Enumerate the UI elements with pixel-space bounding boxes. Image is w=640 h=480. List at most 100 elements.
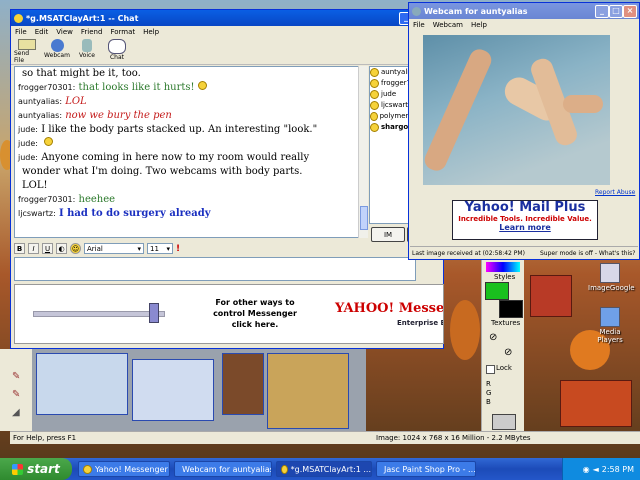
voice-icon (82, 39, 92, 52)
chat-message: jude: I like the body parts stacked up. … (18, 123, 356, 137)
user-status-icon (370, 112, 378, 121)
chat-message: wonder what I'm doing. Two webcams with … (18, 165, 356, 179)
menu-friend[interactable]: Friend (81, 28, 103, 36)
volume-icon[interactable]: ◄ (593, 465, 599, 474)
chat-menubar: File Edit View Friend Format Help (11, 26, 443, 38)
message-nick[interactable]: ljcswartz: (18, 209, 56, 218)
text-color-icon[interactable]: ◐ (56, 243, 67, 254)
chat-scrollbar[interactable] (358, 66, 368, 238)
psp-texture-none-icon[interactable]: ⊘ (489, 332, 497, 343)
menu-file[interactable]: File (15, 28, 27, 36)
buzz-icon[interactable]: ! (176, 244, 180, 254)
taskbar-paint-shop-pro[interactable]: Jasc Paint Shop Pro - ... (376, 461, 476, 477)
send-file-button[interactable]: Send File (14, 38, 40, 64)
last-image-received: Last image received at (02:58:42 PM) (412, 249, 525, 257)
message-text: LOL (65, 96, 87, 107)
webcam-title: Webcam for auntyalias (424, 6, 528, 16)
message-nick[interactable]: jude: (18, 139, 38, 148)
message-text: now we bury the pen (65, 110, 172, 121)
chevron-down-icon: ▾ (137, 244, 141, 253)
emoticon-icon (44, 137, 54, 146)
chat-title: *g.MSATClayArt:1 -- Chat (26, 13, 139, 23)
menu-help[interactable]: Help (143, 28, 159, 36)
ad-slider-thumb (149, 303, 159, 323)
webcam-app-icon (412, 6, 421, 16)
mail-ad-link[interactable]: Learn more (453, 223, 597, 232)
ad-brand-sub: Enterprise Ed (397, 319, 443, 327)
chat-input[interactable] (14, 257, 416, 281)
message-text: Anyone coming in here now to my room wou… (41, 152, 310, 163)
psp-tool-palette: ✎ ✎ ◢ (0, 349, 32, 431)
taskbar-chat[interactable]: *g.MSATClayArt:1 ... (276, 461, 372, 477)
chat-icon (281, 464, 288, 474)
mail-ad-title: Yahoo! Mail Plus (464, 200, 586, 215)
emoticon-icon (197, 81, 207, 90)
font-size-select[interactable]: 11 ▾ (147, 243, 173, 254)
chat-button[interactable]: Chat (104, 38, 130, 64)
menu-view[interactable]: View (56, 28, 73, 36)
emoticon-icon[interactable]: ☺ (70, 243, 81, 254)
menu-help[interactable]: Help (471, 21, 487, 29)
message-nick[interactable]: frogger70301: (18, 83, 75, 92)
menu-webcam[interactable]: Webcam (433, 21, 463, 29)
chat-toolbar: Send File Webcam Voice Chat (11, 38, 443, 65)
maximize-button[interactable]: □ (609, 5, 623, 18)
message-nick[interactable]: jude: (18, 125, 38, 134)
chat-message-log[interactable]: so that might be it, too. frogger70301: t… (14, 66, 360, 238)
format-toolbar: B I U ◐ ☺ Arial ▾ 11 ▾ ! (14, 242, 360, 255)
psp-lock-checkbox[interactable] (486, 365, 495, 374)
taskbar-yahoo-messenger[interactable]: Yahoo! Messenger (78, 461, 170, 477)
menu-file[interactable]: File (413, 21, 425, 29)
voice-button[interactable]: Voice (74, 38, 100, 64)
bold-button[interactable]: B (14, 243, 25, 254)
super-mode-status[interactable]: Super mode is off - What's this? (540, 250, 635, 257)
report-abuse-link[interactable]: Report Abuse (595, 189, 635, 196)
windows-logo-icon (12, 463, 24, 475)
ad-slider-graphic (33, 311, 165, 317)
psp-brush-icon[interactable]: ✎ (12, 371, 24, 382)
menu-format[interactable]: Format (110, 28, 135, 36)
minimize-button[interactable]: _ (595, 5, 609, 18)
psp-canvas[interactable] (32, 349, 366, 431)
messenger-ad-banner[interactable]: For other ways to control Messenger clic… (14, 284, 444, 344)
italic-button[interactable]: I (28, 243, 39, 254)
psp-materials-palette: Styles Textures ⊘ ⊘ Lock R G B (481, 260, 524, 431)
clock[interactable]: 2:58 PM (602, 465, 634, 474)
message-nick[interactable]: auntyalias: (18, 111, 62, 120)
message-text: that looks like it hurts! (78, 82, 195, 93)
taskbar-webcam[interactable]: Webcam for auntyalias (174, 461, 272, 477)
mail-ad-tagline: Incredible Tools. Incredible Value. (458, 215, 592, 223)
psp-thumbnail-4 (267, 353, 349, 429)
message-nick[interactable]: frogger70301: (18, 195, 75, 204)
mail-plus-ad[interactable]: Yahoo! Mail Plus Incredible Tools. Incre… (452, 200, 598, 240)
psp-status-bar: For Help, press F1 Image: 1024 x 768 x 1… (10, 431, 640, 444)
psp-thumbnail-2 (132, 359, 214, 421)
psp-retouch-icon[interactable]: ✎ (12, 389, 24, 400)
user-status-icon (370, 68, 379, 77)
psp-color-swatch[interactable] (486, 262, 520, 272)
desktop-icon-imagegoogle[interactable]: ImageGoogle (588, 263, 635, 292)
im-button[interactable]: IM (371, 227, 405, 242)
psp-texture-none-icon-2[interactable]: ⊘ (504, 347, 512, 358)
webcam-titlebar[interactable]: Webcam for auntyalias _ □ × (409, 3, 639, 19)
network-icon[interactable]: ◉ (583, 465, 590, 474)
psp-rgb-b: B (486, 398, 491, 406)
psp-foreground-style[interactable] (485, 282, 509, 300)
webcam-button[interactable]: Webcam (44, 38, 70, 64)
font-select[interactable]: Arial ▾ (84, 243, 144, 254)
chat-titlebar[interactable]: *g.MSATClayArt:1 -- Chat _ □ × (11, 10, 443, 26)
chat-bubble-icon (108, 39, 126, 54)
user-status-icon (370, 123, 379, 132)
scroll-thumb[interactable] (360, 206, 368, 230)
close-button[interactable]: × (623, 5, 637, 18)
message-nick[interactable]: jude: (18, 153, 38, 162)
psp-eraser-icon[interactable]: ◢ (12, 407, 24, 418)
desktop-icon-media-players[interactable]: Media Players (588, 307, 632, 344)
psp-background-style[interactable] (499, 300, 523, 318)
chat-message: LOL! (18, 179, 356, 193)
underline-button[interactable]: U (42, 243, 53, 254)
menu-edit[interactable]: Edit (35, 28, 49, 36)
start-button[interactable]: start (0, 458, 72, 480)
message-nick[interactable]: auntyalias: (18, 97, 62, 106)
message-text: I had to do surgery already (58, 208, 211, 219)
